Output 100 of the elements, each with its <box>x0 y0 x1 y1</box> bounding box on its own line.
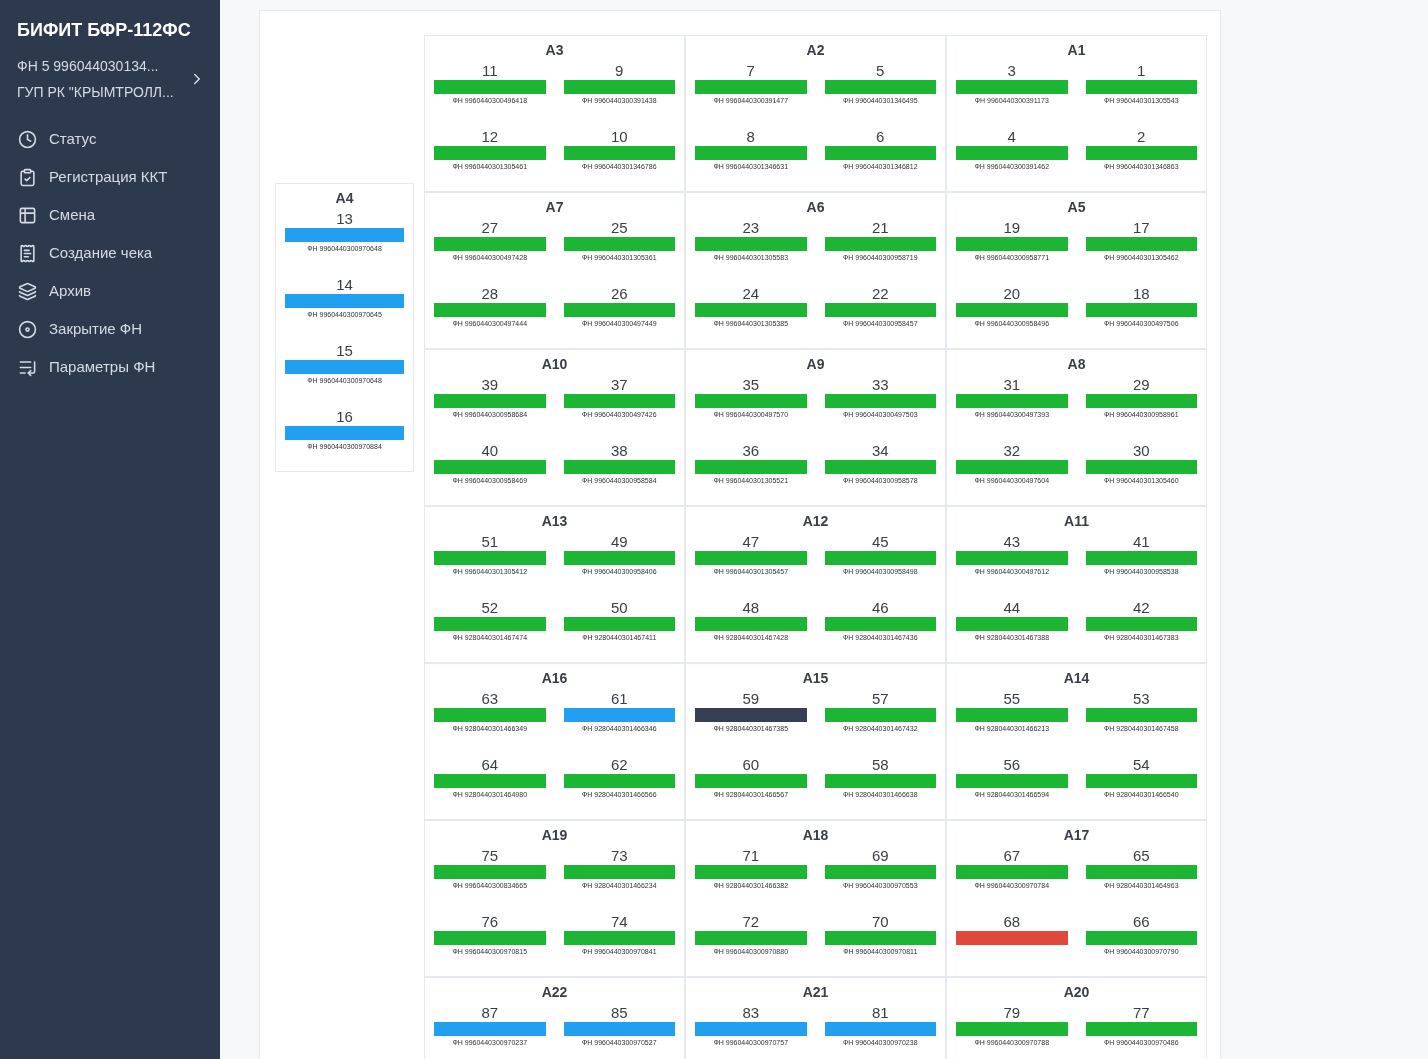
slot-status-bar[interactable] <box>563 617 675 631</box>
slot-status-bar[interactable] <box>434 931 546 945</box>
slot-status-bar[interactable] <box>956 1022 1068 1036</box>
slot-status-bar[interactable] <box>285 426 404 440</box>
slot-status-bar[interactable] <box>695 80 807 94</box>
slot-status-bar[interactable] <box>824 80 936 94</box>
slot-status-bar[interactable] <box>434 617 546 631</box>
slot-status-bar[interactable] <box>1085 617 1197 631</box>
slot-status-bar[interactable] <box>824 237 936 251</box>
slot-status-bar[interactable] <box>563 237 675 251</box>
slot-status-bar[interactable] <box>824 865 936 879</box>
slot-status-bar[interactable] <box>1085 303 1197 317</box>
sidebar-menu-item[interactable]: Создание чека <box>0 234 220 272</box>
slot-status-bar[interactable] <box>824 394 936 408</box>
slot-status-bar[interactable] <box>434 394 546 408</box>
sidebar-menu-item[interactable]: Архив <box>0 272 220 310</box>
slot-status-bar[interactable] <box>695 237 807 251</box>
slot-status-bar[interactable] <box>434 708 546 722</box>
device-selector[interactable]: ФН 5 996044030134... ГУП РК "КРЫМТРОЛЛ... <box>17 57 206 101</box>
slot-status-bar[interactable] <box>824 303 936 317</box>
slot-status-bar[interactable] <box>956 394 1068 408</box>
slot-status-bar[interactable] <box>824 146 936 160</box>
slot-status-bar[interactable] <box>695 617 807 631</box>
slot-status-bar[interactable] <box>434 460 546 474</box>
slot-status-bar[interactable] <box>1085 146 1197 160</box>
slot-status-bar[interactable] <box>695 931 807 945</box>
slot-status-bar[interactable] <box>695 303 807 317</box>
sidebar-menu-item[interactable]: Смена <box>0 196 220 234</box>
slot-status-bar[interactable] <box>956 617 1068 631</box>
slot-status-bar[interactable] <box>434 303 546 317</box>
slot-status-bar[interactable] <box>824 931 936 945</box>
slot-status-bar[interactable] <box>1085 774 1197 788</box>
group-title: A14 <box>1062 670 1091 686</box>
slot-status-bar[interactable] <box>563 146 675 160</box>
sidebar-menu-item[interactable]: Параметры ФН <box>0 348 220 386</box>
slot-status-bar[interactable] <box>695 865 807 879</box>
slot-status-bar[interactable] <box>824 460 936 474</box>
slot-number: 39 <box>480 376 500 394</box>
slot-status-bar[interactable] <box>285 228 404 242</box>
slot-status-bar[interactable] <box>563 1022 675 1036</box>
sidebar-menu-item[interactable]: Регистрация ККТ <box>0 158 220 196</box>
slot-status-bar[interactable] <box>434 237 546 251</box>
slot-status-bar[interactable] <box>956 146 1068 160</box>
group-title: A1 <box>1066 42 1087 58</box>
slot-number: 56 <box>1002 756 1022 774</box>
slot-status-bar[interactable] <box>1085 708 1197 722</box>
slot-status-bar[interactable] <box>563 774 675 788</box>
slot-status-bar[interactable] <box>824 708 936 722</box>
slot-status-bar[interactable] <box>563 460 675 474</box>
slot-status-bar[interactable] <box>956 774 1068 788</box>
slot-status-bar[interactable] <box>1085 1022 1197 1036</box>
slot-status-bar[interactable] <box>695 774 807 788</box>
sidebar-menu-item[interactable]: Закрытие ФН <box>0 310 220 348</box>
slot-status-bar[interactable] <box>695 394 807 408</box>
slot-status-bar[interactable] <box>563 931 675 945</box>
slot-number: 27 <box>480 219 500 237</box>
slot-number: 61 <box>609 690 629 708</box>
slot-status-bar[interactable] <box>563 80 675 94</box>
slot-status-bar[interactable] <box>434 80 546 94</box>
slot-status-bar[interactable] <box>695 1022 807 1036</box>
slot-status-bar[interactable] <box>434 774 546 788</box>
slot-status-bar[interactable] <box>1085 931 1197 945</box>
slot-status-bar[interactable] <box>285 294 404 308</box>
slot-status-bar[interactable] <box>695 708 807 722</box>
slot-status-bar[interactable] <box>1085 460 1197 474</box>
slot-status-bar[interactable] <box>1085 237 1197 251</box>
slot-status-bar[interactable] <box>563 394 675 408</box>
slot-status-bar[interactable] <box>563 708 675 722</box>
slot-status-bar[interactable] <box>434 865 546 879</box>
sidebar-menu-item[interactable]: Статус <box>0 120 220 158</box>
slot-status-bar[interactable] <box>1085 551 1197 565</box>
slot-status-bar[interactable] <box>434 551 546 565</box>
slot-status-bar[interactable] <box>824 1022 936 1036</box>
slot-status-bar[interactable] <box>1085 80 1197 94</box>
slot-status-bar[interactable] <box>956 708 1068 722</box>
slot-status-bar[interactable] <box>285 360 404 374</box>
slot-status-bar[interactable] <box>695 146 807 160</box>
slot-status-bar[interactable] <box>695 460 807 474</box>
slot-number: 5 <box>875 62 886 80</box>
slot-status-bar[interactable] <box>956 237 1068 251</box>
slot-status-bar[interactable] <box>956 303 1068 317</box>
slot-status-bar[interactable] <box>695 551 807 565</box>
slot-status-bar[interactable] <box>563 303 675 317</box>
slot-status-bar[interactable] <box>824 551 936 565</box>
slot-number: 59 <box>741 690 761 708</box>
slot-status-bar[interactable] <box>434 146 546 160</box>
slot-status-bar[interactable] <box>563 551 675 565</box>
slot-status-bar[interactable] <box>1085 394 1197 408</box>
slot-status-bar[interactable] <box>824 774 936 788</box>
slot-status-bar[interactable] <box>956 551 1068 565</box>
slot-status-bar[interactable] <box>1085 865 1197 879</box>
slot-number: 22 <box>870 285 890 303</box>
slot-status-bar[interactable] <box>956 865 1068 879</box>
slot-status-bar[interactable] <box>956 460 1068 474</box>
slot-number: 19 <box>1002 219 1022 237</box>
slot-status-bar[interactable] <box>434 1022 546 1036</box>
slot-status-bar[interactable] <box>956 931 1068 945</box>
slot-status-bar[interactable] <box>563 865 675 879</box>
slot-status-bar[interactable] <box>956 80 1068 94</box>
slot-status-bar[interactable] <box>824 617 936 631</box>
